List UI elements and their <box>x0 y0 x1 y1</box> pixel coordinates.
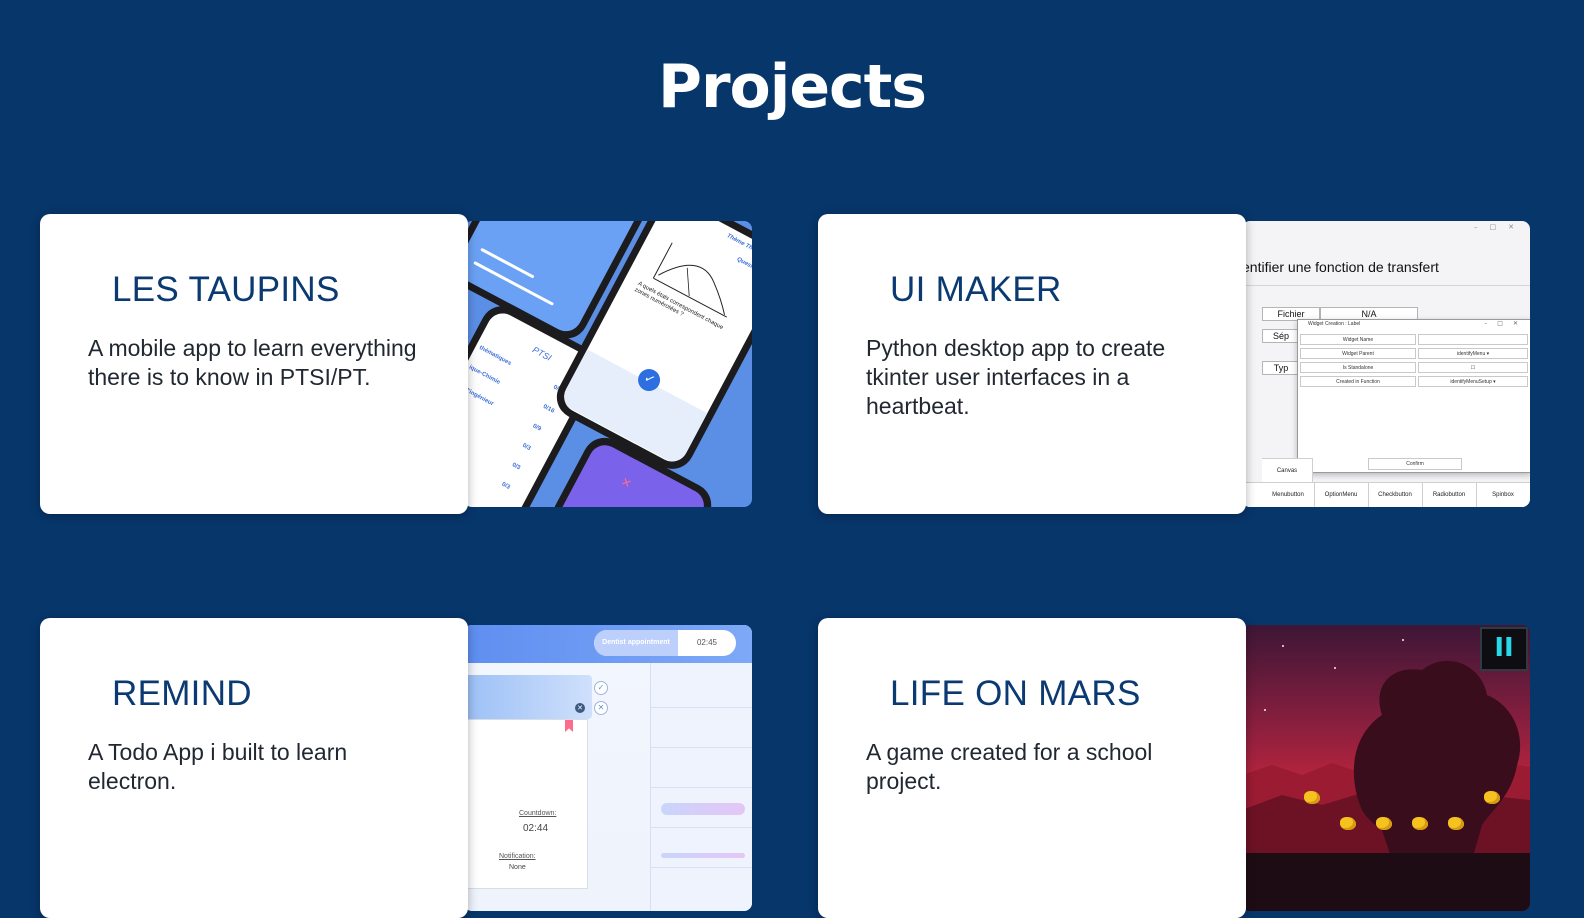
coin-icon <box>1412 817 1428 830</box>
project-card[interactable]: LES TAUPINS A mobile app to learn everyt… <box>40 214 468 514</box>
dialog-row-label: Created in Function <box>1300 376 1416 387</box>
section-title: Projects <box>657 52 927 122</box>
phase-diagram <box>652 242 727 318</box>
dialog-row-label: Widget Parent <box>1300 348 1416 359</box>
project-thumbnail-les-taupins[interactable]: PTSI thématiques ique-Chimie de l'ingéni… <box>464 221 752 507</box>
phone-row-text: de l'ingénieur <box>464 384 495 408</box>
phone-header-text: PTSI <box>530 344 554 363</box>
widget-button-radiobutton[interactable]: Radiobutton <box>1422 483 1477 507</box>
standalone-checkbox[interactable]: ☐ <box>1418 362 1528 373</box>
phone-row-text: ique-Chimie <box>467 364 501 386</box>
project-les-taupins[interactable]: PTSI thématiques ique-Chimie de l'ingéni… <box>40 214 755 514</box>
notification-value: None <box>509 864 526 871</box>
widget-button-optionmenu[interactable]: OptionMenu <box>1314 483 1369 507</box>
project-card[interactable]: UI MAKER Python desktop app to create tk… <box>818 214 1246 514</box>
ground <box>1242 853 1530 911</box>
widget-button-menubutton[interactable]: Menubutton <box>1262 483 1315 507</box>
pause-button[interactable]: II <box>1480 627 1528 671</box>
coin-icon <box>1376 817 1392 830</box>
project-title: REMIND <box>112 674 252 713</box>
progress-bar <box>661 853 745 858</box>
widget-creation-dialog[interactable]: Widget Creation : Label –□✕ Widget Name … <box>1297 319 1530 473</box>
project-thumbnail-ui-maker[interactable]: –□✕ entifier une fonction de transfert F… <box>1242 221 1530 507</box>
dialog-title: Widget Creation : Label <box>1308 321 1361 327</box>
widget-button-spinbox[interactable]: Spinbox <box>1476 483 1530 507</box>
todo-detail-card: Countdown: 02:44 Notification: None <box>464 719 588 889</box>
delete-icon[interactable]: ✕ <box>575 703 585 713</box>
project-ui-maker[interactable]: –□✕ entifier une fonction de transfert F… <box>818 214 1533 514</box>
phone-score: 0/16 <box>541 403 556 415</box>
window-heading: entifier une fonction de transfert <box>1242 259 1439 275</box>
widget-button-canvas[interactable]: Canvas <box>1262 458 1313 483</box>
project-card[interactable]: REMIND A Todo App i built to learn elect… <box>40 618 468 918</box>
project-title: UI MAKER <box>890 270 1062 309</box>
widget-name-input[interactable] <box>1418 334 1528 345</box>
widget-button-checkbutton[interactable]: Checkbutton <box>1368 483 1423 507</box>
project-description: A mobile app to learn everything there i… <box>88 335 417 390</box>
project-thumbnail-remind[interactable]: Dentist appointment 02:45 ✓ ✕ ✕ Countdow… <box>464 625 752 911</box>
bookmark-icon <box>565 720 573 732</box>
coin-icon <box>1448 817 1464 830</box>
project-description: A game created for a school project. <box>866 739 1153 794</box>
coin-icon <box>1304 791 1320 804</box>
countdown-value: 02:44 <box>523 823 549 834</box>
coin-icon <box>1484 791 1500 804</box>
reminder-title: Dentist appointment <box>594 630 678 656</box>
widget-parent-select[interactable]: identifyMenu ▾ <box>1418 348 1528 359</box>
close-icon: ✕ <box>618 474 635 492</box>
progress-bar <box>661 803 745 815</box>
todo-item-card[interactable] <box>464 675 592 719</box>
project-description: A Todo App i built to learn electron. <box>88 739 348 794</box>
phone-score: 0/3 <box>521 442 532 452</box>
phone-score: 0/3 <box>510 462 522 472</box>
project-title: LIFE ON MARS <box>890 674 1141 713</box>
countdown-label: Countdown: <box>519 810 557 817</box>
project-thumbnail-life-on-mars[interactable]: II <box>1242 625 1530 911</box>
separator-label: Sép <box>1262 329 1300 343</box>
project-life-on-mars[interactable]: II LIFE ON MARS A game created for a sch… <box>818 618 1533 918</box>
notification-label: Notification: <box>499 853 536 860</box>
function-select[interactable]: identifyMenuSetup ▾ <box>1418 376 1528 387</box>
window-controls: –□✕ <box>1474 223 1526 231</box>
dialog-row-label: Widget Name <box>1300 334 1416 345</box>
dialog-row-label: Is Standalone <box>1300 362 1416 373</box>
project-title: LES TAUPINS <box>112 270 340 309</box>
confirm-button[interactable]: Confirm <box>1368 458 1462 470</box>
project-remind[interactable]: Dentist appointment 02:45 ✓ ✕ ✕ Countdow… <box>40 618 755 918</box>
reminder-pill[interactable]: Dentist appointment 02:45 <box>594 630 736 656</box>
project-description: Python desktop app to create tkinter use… <box>866 335 1166 419</box>
phone-score: 0/3 <box>500 481 511 491</box>
phone-score: 0/9 <box>531 423 542 433</box>
type-label: Typ <box>1262 361 1300 375</box>
widget-toolbar: Menubutton OptionMenu Checkbutton Radiob… <box>1242 482 1530 507</box>
close-icon[interactable]: ✕ <box>594 701 608 715</box>
check-icon[interactable]: ✓ <box>594 681 608 695</box>
coin-icon <box>1340 817 1356 830</box>
project-card[interactable]: LIFE ON MARS A game created for a school… <box>818 618 1246 918</box>
phone-row-text: thématiques <box>478 345 513 367</box>
reminder-time: 02:45 <box>696 638 718 647</box>
phone-theme-text: Thème Thermo <box>725 233 752 259</box>
dialog-controls: –□✕ <box>1484 320 1528 327</box>
todo-side-column <box>650 663 752 911</box>
